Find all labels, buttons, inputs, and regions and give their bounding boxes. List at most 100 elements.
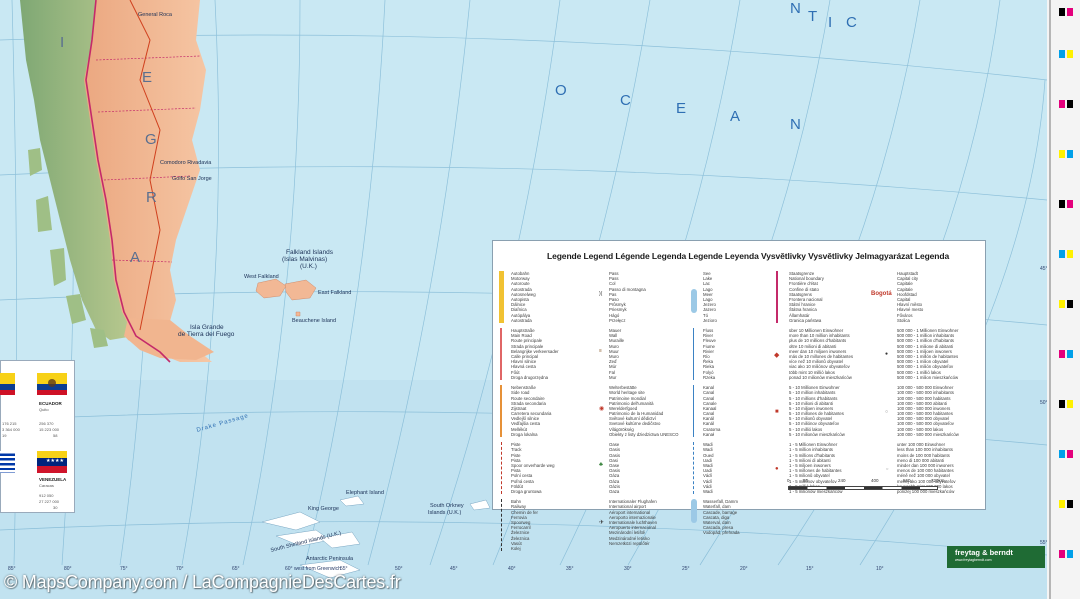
ecuador-coat-of-arms-icon xyxy=(48,379,56,387)
legend-column-5: Hauptstadt Capital city Capitale Capital… xyxy=(897,271,959,494)
swatch-lake xyxy=(691,289,697,313)
flag-partial-stripes xyxy=(0,451,15,473)
airport-icon: ✈ xyxy=(599,520,605,526)
flag-partial-stat-1: 176 215 xyxy=(2,421,17,426)
longitude-label: 15° xyxy=(806,566,814,572)
venezuela-stars-icon: ★★★★ xyxy=(46,458,64,465)
longitude-label: 20° xyxy=(740,566,748,572)
swatch-motorway xyxy=(499,271,504,323)
legend-item: 100 000 - 500 000 obyvateľov xyxy=(897,421,954,427)
place-label-tierra-del-fuego: de Tierra del Fuego xyxy=(178,331,235,338)
scale-label: 80 xyxy=(803,478,809,483)
swatch-canal xyxy=(693,385,694,437)
city-500k-1m-icon: ● xyxy=(885,351,889,357)
ocean-label-letter: C xyxy=(620,92,632,109)
world-heritage-icon: ◉ xyxy=(599,406,605,412)
ecuador-stat-3: 58 xyxy=(53,433,58,438)
scale-label: 240 xyxy=(838,478,846,483)
flag-partial-stat-3: 19 xyxy=(2,433,7,438)
legend-item: 500 000 - 1 million d'habitants xyxy=(897,338,954,344)
legend-item: Nemzetközi repülőtér xyxy=(609,540,650,546)
place-label-south-orkney: South Orkney xyxy=(430,503,464,509)
ocean-label-letter: E xyxy=(676,100,688,117)
scale-label: 0 xyxy=(787,478,790,483)
swatch-railway xyxy=(501,499,502,551)
flag-partial-yellow-blue-red xyxy=(0,373,15,395)
place-label-golfo: Golfo San Jorge xyxy=(172,176,212,182)
place-label-malvinas: (Islas Malvinas) xyxy=(282,256,328,263)
legend-item: 500 000 - 1 milion mieszkańców xyxy=(897,374,959,380)
wall-icon: ≡ xyxy=(599,348,602,354)
country-letter: G xyxy=(145,131,157,148)
watermark: © MapsCompany.com / LaCompagnieDesCartes… xyxy=(4,572,401,592)
legend-column-2: Pass Pass Col Passo di montagna Pas Paso… xyxy=(609,271,679,546)
publisher-site: www.freytagberndt.com xyxy=(955,558,992,562)
country-letter: A xyxy=(130,249,141,266)
legend-item: viac ako 10 miliónov obyvateľov xyxy=(789,364,850,370)
legend-item: 5 - 10 milionów mieszkańców xyxy=(789,431,845,437)
place-label-beauchene: Beauchene Island xyxy=(292,318,337,324)
place-label-antarctic: Antarctic Peninsula xyxy=(306,556,354,562)
country-capital-ecuador: Quito xyxy=(39,407,49,412)
ocean-label-letter: I xyxy=(828,14,834,31)
ocean-label-letter: O xyxy=(555,82,568,99)
ocean-label-letter: N xyxy=(790,0,802,17)
country-name-venezuela: VENEZUELA xyxy=(39,477,67,482)
legend-item: 100 000 - 500 000 inhabitants xyxy=(897,390,954,396)
publisher-name: freytag & berndt xyxy=(955,548,1013,557)
legend-item: 100 000 - 500 000 mieszkańców xyxy=(897,431,959,437)
legend-panel: Legende Legend Légende Legenda Legende L… xyxy=(492,240,986,551)
venezuela-stat-2: 27 227 000 xyxy=(39,499,60,504)
country-letter: I xyxy=(60,34,65,51)
swatch-waterfall-dam xyxy=(691,499,697,523)
legend-item: Obiekty z listy dziedzictwa UNESCO xyxy=(609,431,679,437)
city-over-10m-icon: ◆ xyxy=(774,352,780,359)
swatch-side-road xyxy=(500,385,502,437)
pass-icon: )( xyxy=(599,291,603,297)
ecuador-stat-1: 256 370 xyxy=(39,421,54,426)
longitude-label: 25° xyxy=(682,566,690,572)
longitude-label: 30° xyxy=(624,566,632,572)
place-label-comodoro: Comodoro Rivadavia xyxy=(160,160,212,166)
legend-column-1: Autobahn Motorway Autoroute Autostrada A… xyxy=(511,271,559,556)
legend-item: ponad 10 milionów mieszkańców xyxy=(789,374,852,380)
place-label-isla-grande: Isla Grande xyxy=(190,324,224,331)
publisher-badge: freytag & berndt www.freytagberndt.com xyxy=(947,546,1045,568)
place-label-east-falkland: East Falkland xyxy=(318,290,352,296)
legend-item: Vodopád, přehrada xyxy=(703,530,740,536)
place-label-king-george: King George xyxy=(308,506,339,512)
city-100k-500k-icon: ○ xyxy=(885,409,889,415)
legend-title: Legende Legend Légende Legenda Legende L… xyxy=(547,251,950,261)
city-1-5m-icon: ● xyxy=(775,466,779,472)
ocean-label-letter: T xyxy=(808,8,819,25)
ocean-label-letter: C xyxy=(846,14,858,31)
longitude-label: 40° xyxy=(508,566,516,572)
legend-column-3: See Lake Lac Lago Meer Lago Jezero Jazer… xyxy=(703,271,740,536)
color-calibration-strip xyxy=(1047,0,1080,599)
city-5-10m-icon: ■ xyxy=(775,409,779,415)
legend-item xyxy=(511,551,559,556)
flag-ecuador xyxy=(37,373,67,395)
scale-label: 560 xyxy=(903,478,911,483)
oasis-icon: ♣ xyxy=(599,462,603,468)
legend-item: 500 000 - 1 milión obyvateľov xyxy=(897,364,954,370)
flag-partial-stat-2: 3 364 000 xyxy=(2,427,20,432)
place-label-falkland-uk: (U.K.) xyxy=(300,263,317,270)
scale-bar xyxy=(788,486,938,490)
swatch-wadi xyxy=(693,442,694,494)
ocean-label-letter: A xyxy=(730,108,742,125)
swatch-river xyxy=(693,328,694,380)
place-label-elephant: Elephant Island xyxy=(346,490,384,496)
flags-panel: 176 215 3 364 000 19 ECUADOR Quito 256 3… xyxy=(0,360,75,513)
legend-item: less than 100 000 inhabitants xyxy=(897,447,953,453)
longitude-label: 10° xyxy=(876,566,884,572)
place-label-south-orkney-uk: Islands (U.K.) xyxy=(428,510,462,516)
place-label-general-roca: General Roca xyxy=(138,12,172,18)
legend-item: moins de 100 000 habitants xyxy=(897,452,950,458)
swatch-main-road xyxy=(500,328,502,380)
legend-item: plus de 10 millions d'habitants xyxy=(789,338,847,344)
capital-sample-label: Bogotá xyxy=(871,291,892,297)
longitude-label: 45° xyxy=(450,566,458,572)
swatch-national-boundary xyxy=(776,271,778,323)
scale-label: 720km xyxy=(931,478,945,483)
